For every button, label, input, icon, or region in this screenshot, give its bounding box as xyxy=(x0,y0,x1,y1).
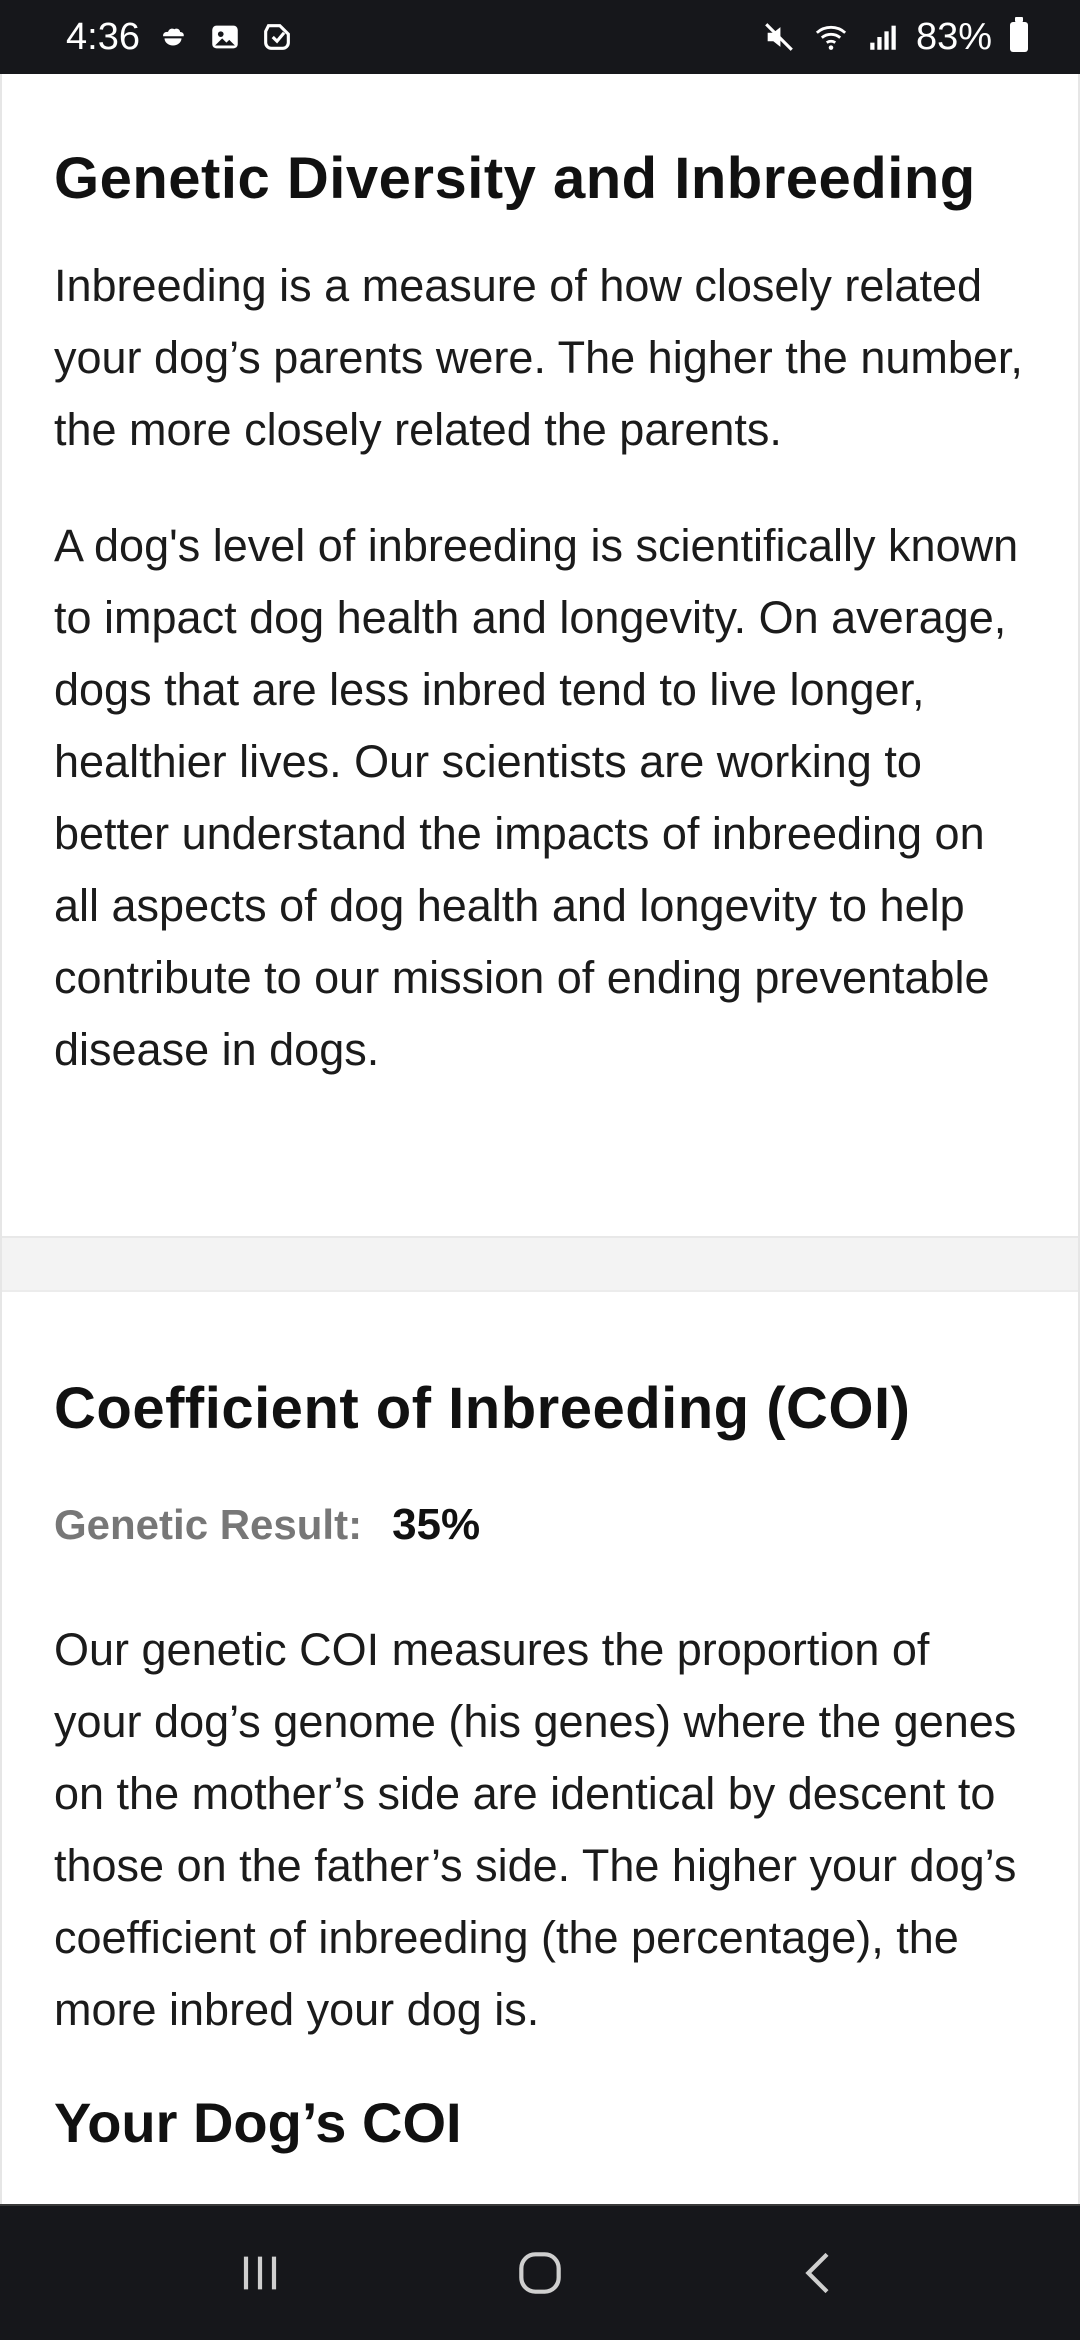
genetic-result-label: Genetic Result: xyxy=(54,1500,363,1548)
genetic-result-row: Genetic Result: 35% xyxy=(54,1500,1026,1550)
sticker-icon xyxy=(258,18,296,56)
cloud-icon xyxy=(154,18,192,56)
your-dog-coi-heading: Your Dog’s COI xyxy=(54,2090,462,2154)
signal-icon xyxy=(864,18,902,56)
navigation-bar xyxy=(0,2204,1080,2340)
status-bar: 4:36 83% xyxy=(0,0,1080,74)
recent-apps-icon[interactable] xyxy=(215,2228,305,2318)
status-right: 83% xyxy=(760,16,1028,59)
coi-paragraph: Our genetic COI measures the proportion … xyxy=(54,1623,1017,2035)
wifi-icon xyxy=(812,18,850,56)
mute-icon xyxy=(760,18,798,56)
diversity-paragraph-1: Inbreeding is a measure of how closely r… xyxy=(54,259,1023,455)
status-left: 4:36 xyxy=(66,16,296,59)
section-divider xyxy=(2,1236,1078,1292)
coi-title: Coefficient of Inbreeding (COI) xyxy=(54,1376,911,1441)
home-icon[interactable] xyxy=(495,2228,585,2318)
content-page[interactable]: Genetic Diversity and Inbreeding Inbreed… xyxy=(0,74,1080,2204)
gallery-icon xyxy=(206,18,244,56)
diversity-section: Genetic Diversity and Inbreeding Inbreed… xyxy=(2,74,1078,1236)
status-time: 4:36 xyxy=(66,15,140,58)
battery-percent: 83% xyxy=(915,15,992,58)
diversity-title: Genetic Diversity and Inbreeding xyxy=(54,146,976,211)
diversity-paragraph-2: A dog's level of inbreeding is scientifi… xyxy=(54,519,1019,1075)
battery-icon xyxy=(1010,17,1028,52)
genetic-result-value: 35% xyxy=(392,1499,481,1549)
back-icon[interactable] xyxy=(775,2228,865,2318)
coi-section: Coefficient of Inbreeding (COI) Genetic … xyxy=(2,1292,1078,2155)
